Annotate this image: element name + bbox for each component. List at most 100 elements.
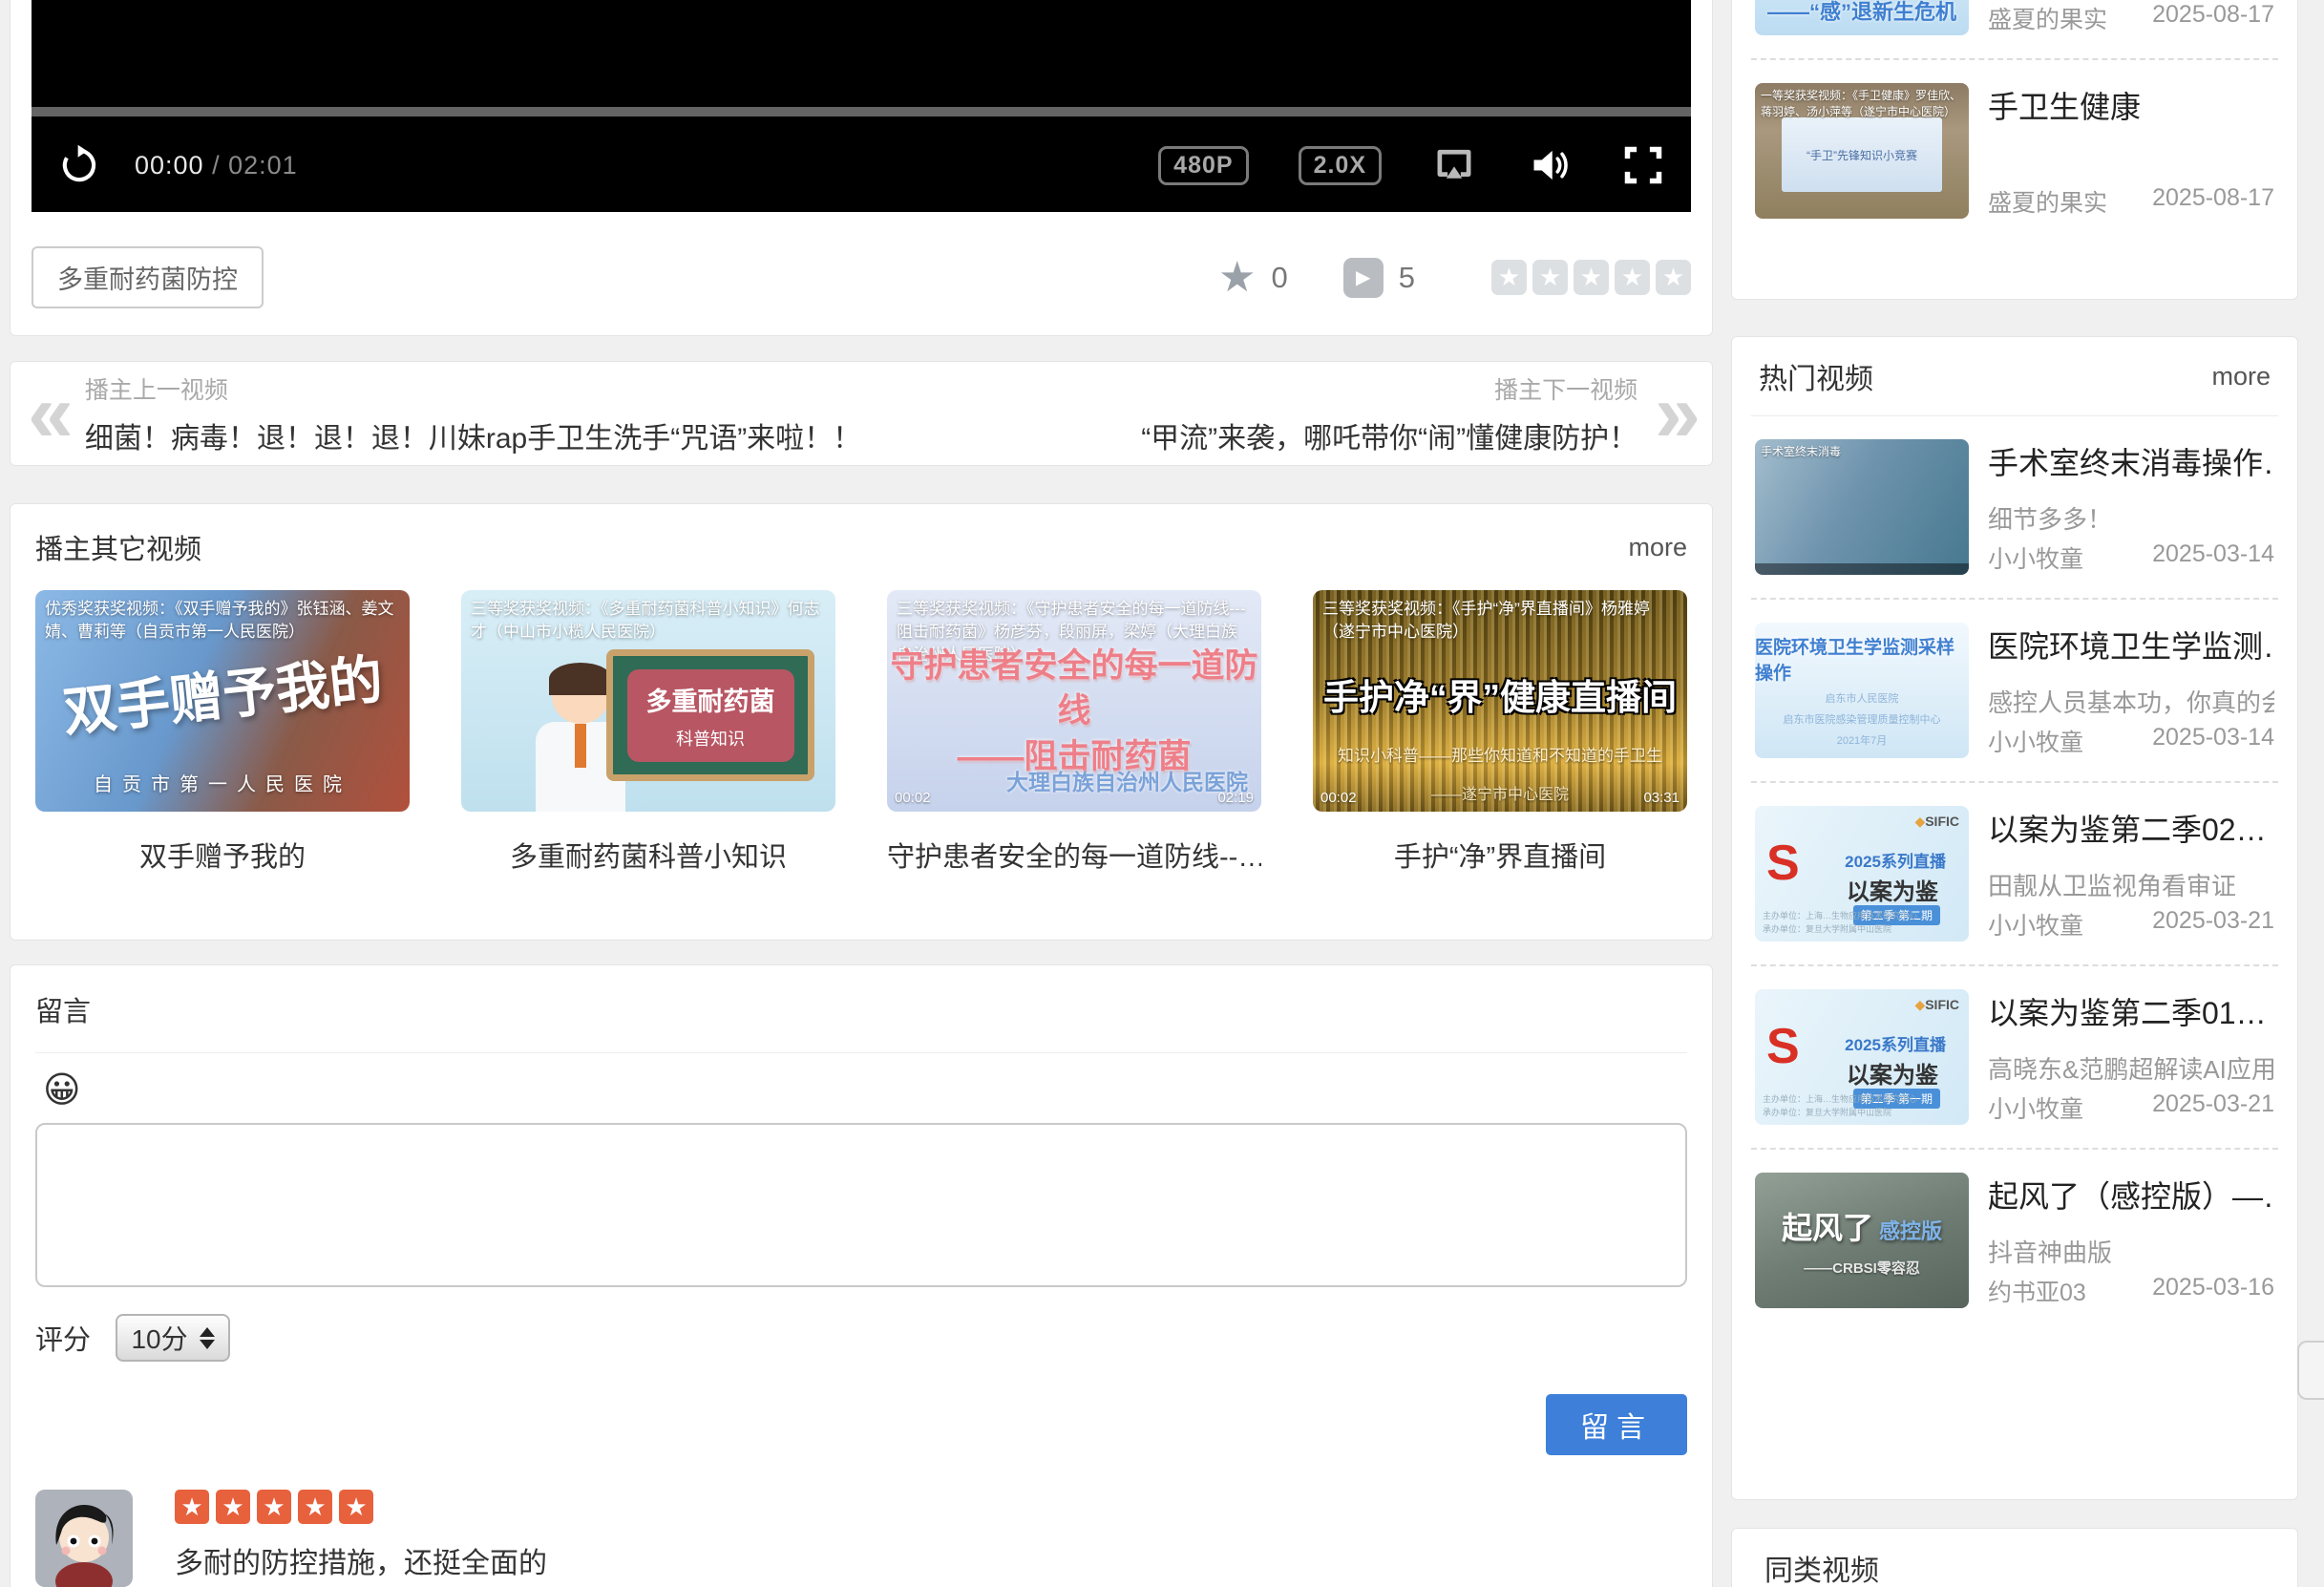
video-caption[interactable]: 多重耐药菌科普小知识 <box>461 835 835 875</box>
thumb-screen: “手卫”先锋知识小竞赛 <box>1782 117 1942 192</box>
emoji-picker-button[interactable]: 😀 <box>43 1069 81 1111</box>
video-author: 小小牧童 <box>1988 724 2083 758</box>
thumb-time-end: 03:31 <box>1643 790 1680 806</box>
video-thumbnail[interactable]: 三等奖获奖视频：《手护“净”界直播间》杨雅婷（遂宁市中心医院） 手护净“界”健康… <box>1313 590 1687 812</box>
video-tag[interactable]: 多重耐药菌防控 <box>32 246 264 308</box>
thumb-bottom-text: ——遂宁市中心医院 <box>1313 781 1687 804</box>
star-icon: ★ <box>175 1490 209 1524</box>
comment-input[interactable] <box>35 1123 1687 1287</box>
fullscreen-icon[interactable] <box>1622 144 1664 186</box>
video-title[interactable]: 起风了（感控版）—… <box>1988 1173 2274 1217</box>
thumb-main-text: 医院环境卫生学监测采样操作 <box>1755 633 1969 685</box>
sidebar-video-item[interactable]: 医院环境卫生学监测采样操作 启东市人民医院 启东市医院感染管理质量控制中心 20… <box>1751 600 2278 781</box>
comment-entry: ★ ★ ★ ★ ★ 多耐的防控措施，还挺全面的 <box>35 1490 1687 1587</box>
video-subtitle: 高晓东&范鹏超解读AI应用 <box>1988 1050 2274 1086</box>
video-date: 2025-03-21 <box>2152 907 2274 942</box>
commenter-avatar <box>35 1490 133 1587</box>
thumb-overlay-text: 手术室终末消毒 <box>1755 439 1969 465</box>
video-author: 小小牧童 <box>1988 540 2083 575</box>
video-author: 盛夏的果实 <box>1988 184 2107 219</box>
thumb-caption: ——“感”退新生危机 <box>1755 0 1969 26</box>
sific-logo: ◆SIFIC <box>1914 997 1959 1013</box>
sidebar-video-item[interactable]: S ◆SIFIC 2025系列直播 以案为鉴 第二季 第一期 主办单位：上海…生… <box>1751 966 2278 1148</box>
prev-next-card: « 播主上一视频 细菌！病毒！退！退！退！川妹rap手卫生洗手“咒语”来啦！！ … <box>10 361 1713 466</box>
thumb-main-text: 手护净“界”健康直播间 <box>1313 668 1687 720</box>
video-thumbnail[interactable]: 起风了感控版 ——CRBSI零容忍 <box>1755 1173 1969 1308</box>
video-caption[interactable]: 守护患者安全的每一道防线--… <box>887 835 1261 875</box>
video-author: 小小牧童 <box>1988 1090 2083 1125</box>
rate-star-icon[interactable]: ★ <box>1491 260 1527 295</box>
hot-videos-more-link[interactable]: more <box>2211 362 2271 391</box>
video-subtitle: 抖音神曲版 <box>1988 1234 2274 1269</box>
prev-video-link[interactable]: 播主上一视频 细菌！病毒！退！退！退！川妹rap手卫生洗手“咒语”来啦！！ <box>85 371 861 456</box>
video-author: 盛夏的果实 <box>1988 1 2107 35</box>
thumb-overlay-text: 一等奖获奖视频：《手卫健康》罗佳欣、蒋羽婷、汤小萍等（遂宁市中心医院） <box>1755 83 1969 125</box>
video-title[interactable]: 手术室终末消毒操作… <box>1988 439 2274 483</box>
video-title[interactable]: 以案为鉴第二季01… <box>1988 989 2274 1033</box>
video-card[interactable]: 多重耐药菌 科普知识 三等奖获奖视频：《多重耐药菌科普小知识》何志才（中山市小榄… <box>461 590 835 875</box>
video-thumbnail[interactable]: ——“感”退新生危机 <box>1755 0 1969 35</box>
prev-video-title[interactable]: 细菌！病毒！退！退！退！川妹rap手卫生洗手“咒语”来啦！！ <box>85 414 861 456</box>
prev-video-label: 播主上一视频 <box>85 371 861 406</box>
sidebar-video-item[interactable]: “手卫”先锋知识小竞赛 一等奖获奖视频：《手卫健康》罗佳欣、蒋羽婷、汤小萍等（遂… <box>1751 60 2278 242</box>
video-thumbnail[interactable]: 医院环境卫生学监测采样操作 启东市人民医院 启东市医院感染管理质量控制中心 20… <box>1755 623 1969 758</box>
video-card[interactable]: 优秀奖获奖视频：《双手赠予我的》张钰涵、姜文婧、曹莉等（自贡市第一人民医院） 双… <box>35 590 410 875</box>
rate-star-icon[interactable]: ★ <box>1574 260 1609 295</box>
rate-star-icon[interactable]: ★ <box>1656 260 1691 295</box>
rate-star-icon[interactable]: ★ <box>1532 260 1568 295</box>
comment-text: 多耐的防控措施，还挺全面的 <box>175 1539 547 1581</box>
video-thumbnail[interactable]: S ◆SIFIC 2025系列直播 以案为鉴 第二季 第一期 主办单位：上海…生… <box>1755 989 1969 1125</box>
other-videos-grid: 优秀奖获奖视频：《双手赠予我的》张钰涵、姜文婧、曹莉等（自贡市第一人民医院） 双… <box>35 590 1687 875</box>
video-thumbnail[interactable]: 三等奖获奖视频：《守护患者安全的每一道防线---阻击耐药菌》杨彦芬，段丽屏，梁婷… <box>887 590 1261 812</box>
related-videos-card: 同类视频 <box>1731 1528 2298 1587</box>
video-title[interactable]: 医院环境卫生学监测… <box>1988 623 2274 667</box>
next-video-link[interactable]: 播主下一视频 “甲流”来袭，哪吒带你“闹”懂健康防护！ <box>1141 371 1637 456</box>
video-surface[interactable]: 00:00 / 02:01 480P 2.0X <box>32 0 1691 212</box>
video-thumbnail[interactable]: 优秀奖获奖视频：《双手赠予我的》张钰涵、姜文婧、曹莉等（自贡市第一人民医院） 双… <box>35 590 410 812</box>
time-display: 00:00 / 02:01 <box>135 151 298 180</box>
rating-select-value: 10分 <box>131 1319 187 1357</box>
cast-icon[interactable] <box>1431 144 1477 186</box>
duration: 02:01 <box>228 151 298 180</box>
sidebar-video-item[interactable]: S ◆SIFIC 2025系列直播 以案为鉴 第二季 第二期 主办单位：上海…生… <box>1751 783 2278 964</box>
replay-icon[interactable] <box>58 144 100 186</box>
next-video-title[interactable]: “甲流”来袭，哪吒带你“闹”懂健康防护！ <box>1141 414 1637 456</box>
sidebar-video-item[interactable]: 手术室终末消毒 手术室终末消毒操作… 细节多多！ 小小牧童 2025-03-14 <box>1751 416 2278 598</box>
video-card[interactable]: 三等奖获奖视频：《手护“净”界直播间》杨雅婷（遂宁市中心医院） 手护净“界”健康… <box>1313 590 1687 875</box>
video-title[interactable]: 手卫生健康 <box>1988 83 2274 127</box>
player-controls: 00:00 / 02:01 480P 2.0X <box>32 122 1691 208</box>
video-title[interactable]: 以案为鉴第二季02… <box>1988 806 2274 850</box>
prev-chevron-icon[interactable]: « <box>28 379 68 448</box>
thumb-overlay-text: 三等奖获奖视频：《手护“净”界直播间》杨雅婷（遂宁市中心医院） <box>1313 590 1687 651</box>
quality-button[interactable]: 480P <box>1158 146 1248 185</box>
video-thumbnail[interactable]: 手术室终末消毒 <box>1755 439 1969 575</box>
other-videos-title: 播主其它视频 <box>35 527 201 567</box>
submit-comment-button[interactable]: 留言 <box>1546 1394 1687 1455</box>
other-videos-more-link[interactable]: more <box>1628 533 1687 562</box>
video-date: 2025-03-14 <box>2152 540 2274 575</box>
volume-icon[interactable] <box>1527 144 1573 186</box>
video-caption[interactable]: 手护“净”界直播间 <box>1313 835 1687 875</box>
thumb-main-text: 双手赠予我的 <box>59 637 387 748</box>
video-thumbnail[interactable]: S ◆SIFIC 2025系列直播 以案为鉴 第二季 第二期 主办单位：上海…生… <box>1755 806 1969 942</box>
star-icon: ★ <box>216 1490 250 1524</box>
thumb-sub-text: 知识小科普——那些你知道和不知道的手卫生 <box>1313 742 1687 766</box>
video-caption[interactable]: 双手赠予我的 <box>35 835 410 875</box>
video-subtitle: 细节多多！ <box>1988 500 2274 536</box>
video-thumbnail[interactable]: 多重耐药菌 科普知识 三等奖获奖视频：《多重耐药菌科普小知识》何志才（中山市小榄… <box>461 590 835 812</box>
speed-button[interactable]: 2.0X <box>1299 146 1382 185</box>
seek-bar[interactable] <box>32 107 1691 116</box>
floating-widget[interactable] <box>2297 1341 2324 1400</box>
video-card[interactable]: 三等奖获奖视频：《守护患者安全的每一道防线---阻击耐药菌》杨彦芬，段丽屏，梁婷… <box>887 590 1261 875</box>
video-subtitle: 感控人员基本功，你真的会采 <box>1988 684 2274 719</box>
star-icon: ★ <box>298 1490 332 1524</box>
next-chevron-icon[interactable]: » <box>1655 379 1695 448</box>
rate-star-icon[interactable]: ★ <box>1615 260 1650 295</box>
play-count: 5 <box>1399 261 1415 295</box>
sidebar-video-item[interactable]: ——“感”退新生危机 盛夏的果实 2025-08-17 <box>1751 0 2278 58</box>
sidebar-video-item[interactable]: 起风了感控版 ——CRBSI零容忍 起风了（感控版）—… 抖音神曲版 约书亚03… <box>1751 1150 2278 1331</box>
current-time: 00:00 <box>135 151 204 180</box>
video-meta-row: 多重耐药菌防控 ★ 0 ▶ 5 ★ ★ ★ ★ ★ <box>32 246 1691 308</box>
rating-select[interactable]: 10分 <box>116 1314 230 1362</box>
video-thumbnail[interactable]: “手卫”先锋知识小竞赛 一等奖获奖视频：《手卫健康》罗佳欣、蒋羽婷、汤小萍等（遂… <box>1755 83 1969 219</box>
